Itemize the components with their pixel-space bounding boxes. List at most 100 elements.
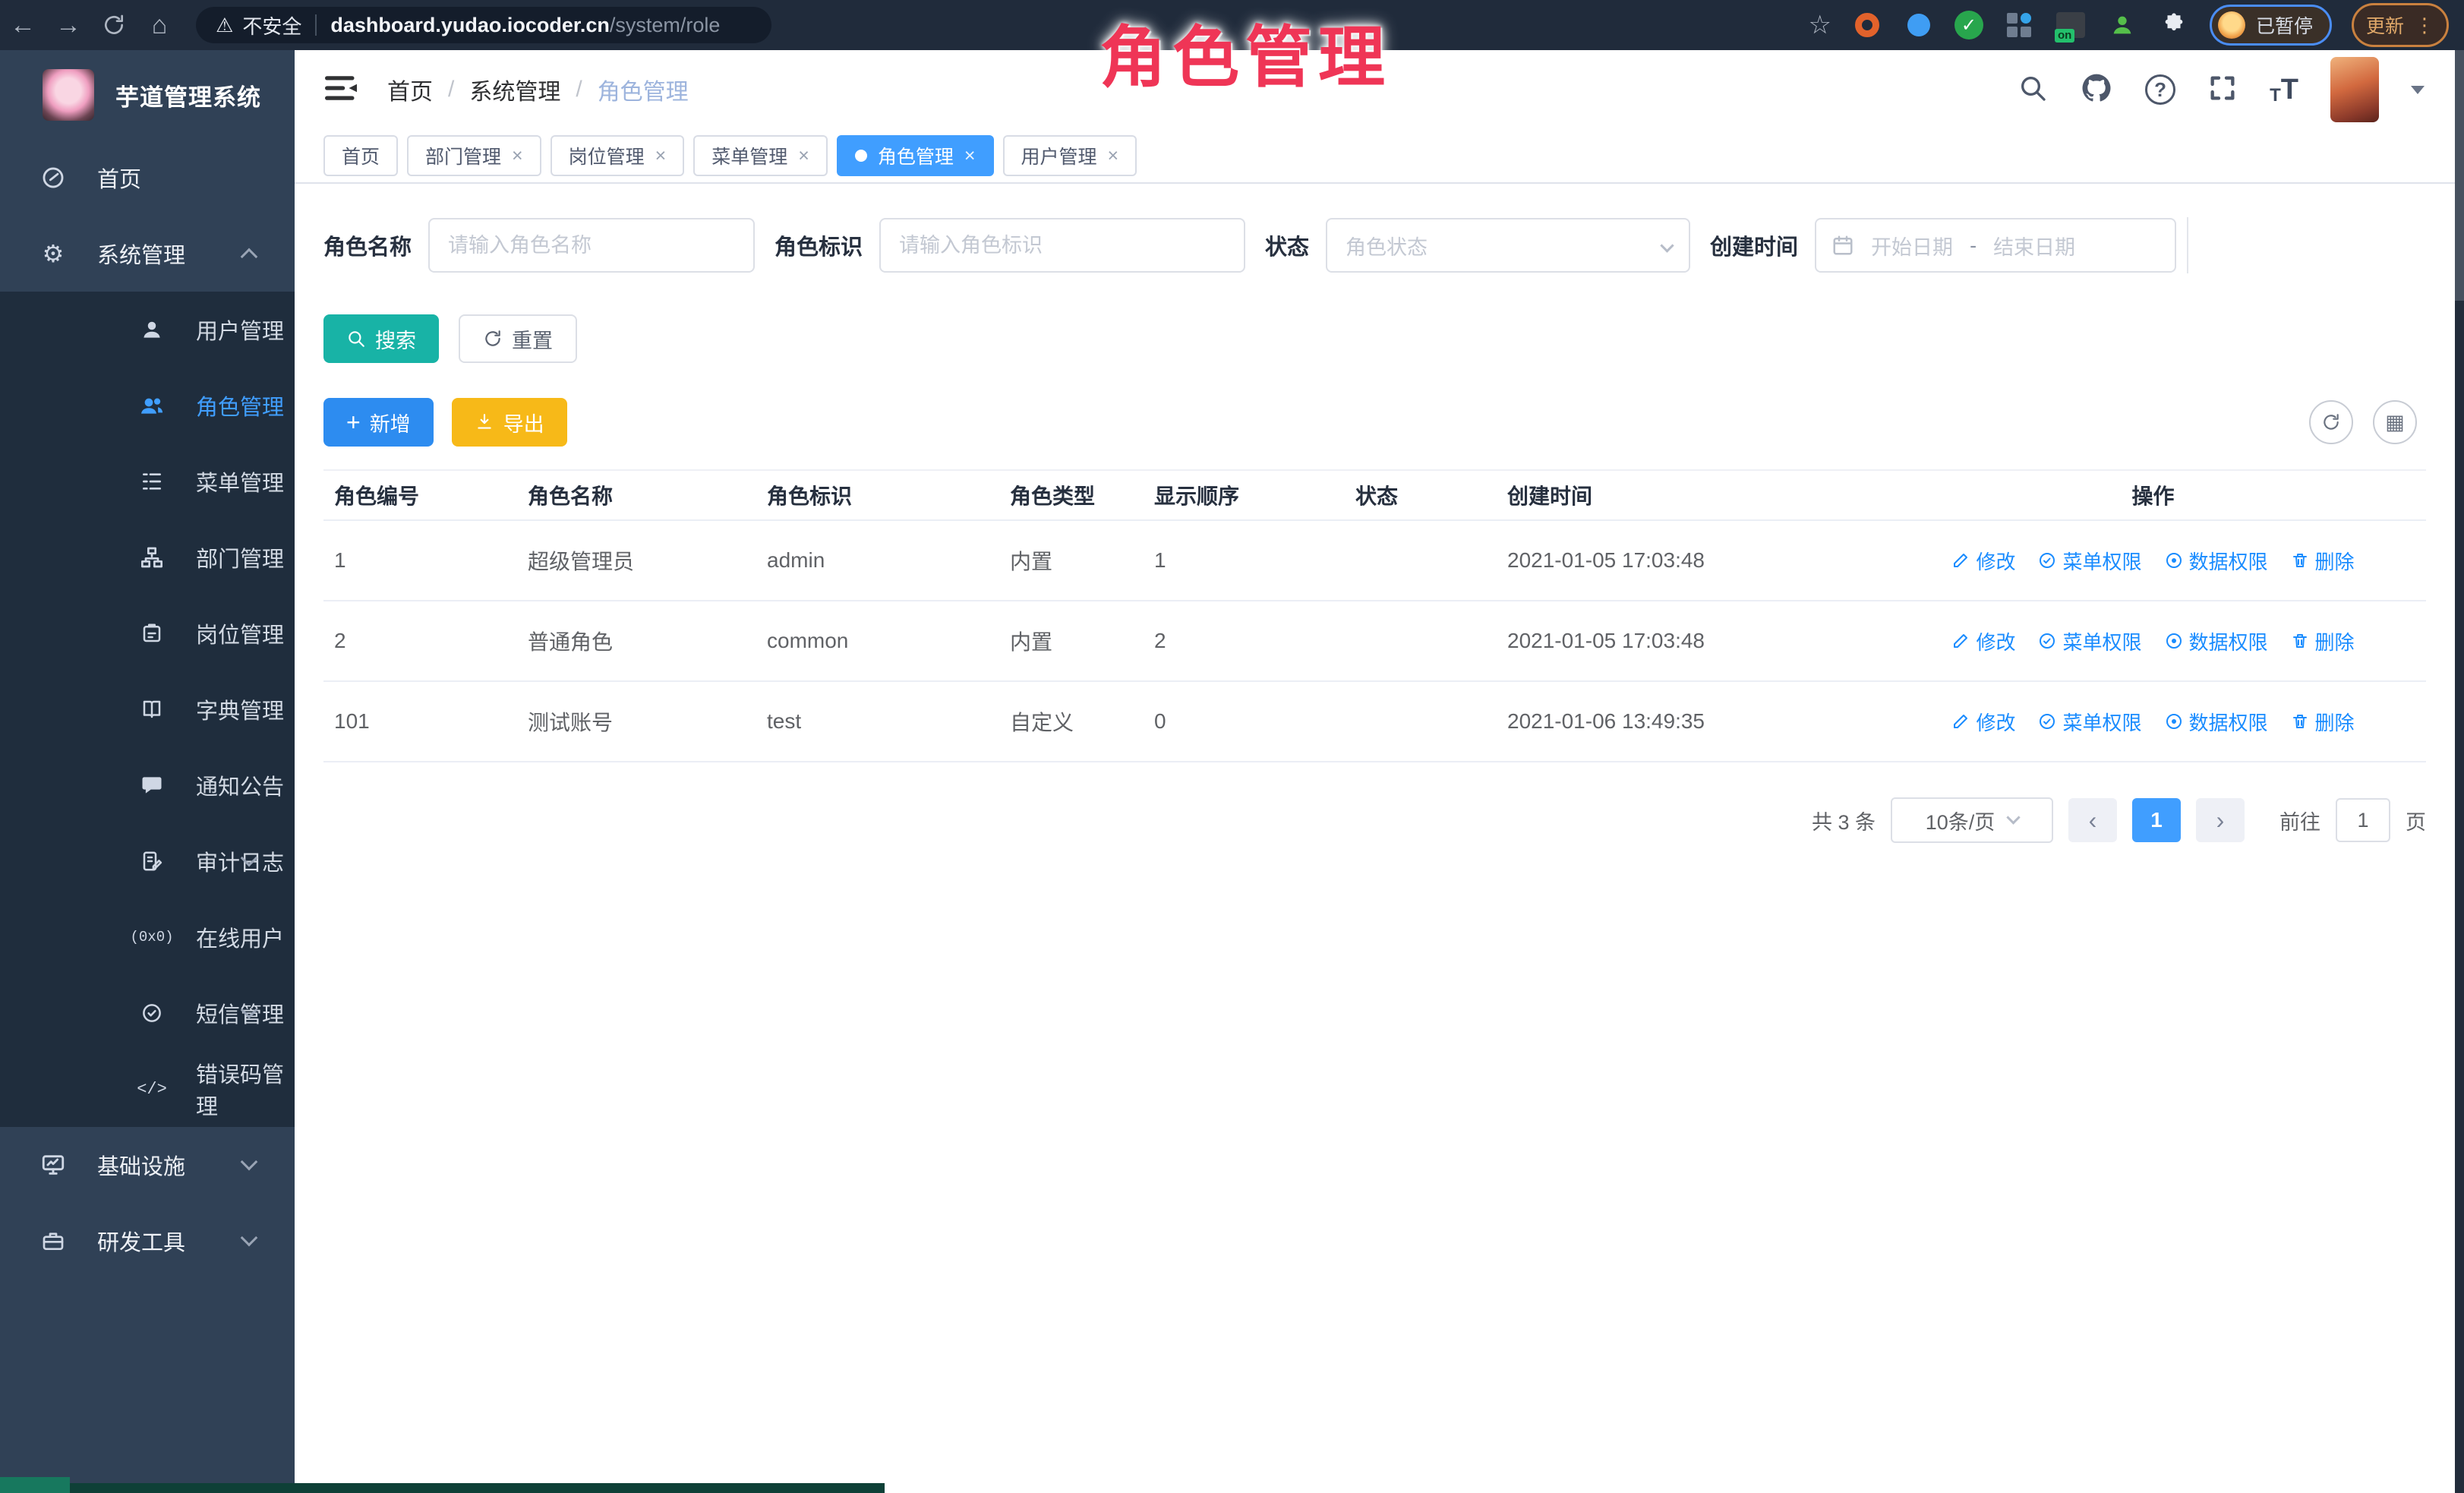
- sidebar-item-dict[interactable]: 字典管理: [0, 671, 295, 747]
- search-icon[interactable]: [2018, 73, 2048, 107]
- cell-role-key: test: [756, 709, 999, 734]
- page-size-value: 10条/页: [1926, 806, 1995, 835]
- sidebar-item-posts[interactable]: 岗位管理: [0, 595, 295, 671]
- sidebar-item-departments[interactable]: 部门管理: [0, 519, 295, 595]
- tab-close-icon[interactable]: ×: [964, 145, 976, 167]
- extension-icon-grid[interactable]: [2003, 9, 2035, 41]
- date-range-picker[interactable]: 开始日期 - 结束日期: [1815, 218, 2176, 273]
- row-actions: 修改 菜单权限 数据权限 删除: [1880, 708, 2426, 736]
- app-title: 芋道管理系统: [115, 78, 261, 112]
- sidebar-item-menus[interactable]: 菜单管理: [0, 443, 295, 519]
- github-icon[interactable]: [2080, 71, 2113, 109]
- sidebar-item-audit-log[interactable]: 审计日志: [0, 823, 295, 899]
- next-page-button[interactable]: ›: [2196, 798, 2245, 842]
- role-key-input[interactable]: [879, 218, 1245, 273]
- browser-back-icon[interactable]: ←: [0, 2, 46, 48]
- role-key-label: 角色标识: [775, 229, 863, 261]
- sidebar-item-label: 审计日志: [196, 845, 284, 877]
- tab-close-icon[interactable]: ×: [512, 145, 523, 167]
- menu-permission-link[interactable]: 菜单权限: [2038, 627, 2141, 655]
- fullscreen-icon[interactable]: [2207, 73, 2238, 107]
- tab-posts[interactable]: 岗位管理 ×: [551, 135, 685, 176]
- extensions-puzzle-icon[interactable]: [2158, 9, 2190, 41]
- page-scrollbar[interactable]: [2455, 50, 2464, 1493]
- search-button[interactable]: 搜索: [323, 314, 439, 363]
- browser-profile-chip[interactable]: 已暂停: [2210, 5, 2332, 46]
- refresh-button[interactable]: [2309, 400, 2353, 444]
- sidebar-item-notice[interactable]: 通知公告: [0, 747, 295, 823]
- browser-forward-icon[interactable]: →: [46, 2, 91, 48]
- row-actions: 修改 菜单权限 数据权限 删除: [1880, 547, 2426, 575]
- sidebar-item-users[interactable]: 用户管理: [0, 292, 295, 368]
- sidebar-item-roles[interactable]: 角色管理: [0, 368, 295, 443]
- extension-icon-blue-drop[interactable]: [1903, 9, 1935, 41]
- page-size-select[interactable]: 10条/页: [1891, 797, 2053, 843]
- briefcase-icon: [36, 1229, 70, 1253]
- role-name-input[interactable]: [428, 218, 755, 273]
- tab-menus[interactable]: 菜单管理 ×: [693, 135, 828, 176]
- browser-reload-icon[interactable]: [91, 2, 137, 48]
- tab-label: 部门管理: [425, 142, 501, 169]
- update-label: 更新: [2366, 11, 2404, 39]
- prev-page-button[interactable]: ‹: [2068, 798, 2117, 842]
- status-select[interactable]: 角色状态: [1326, 218, 1690, 273]
- breadcrumb-system[interactable]: 系统管理: [469, 73, 560, 106]
- column-settings-button[interactable]: ▦: [2373, 400, 2417, 444]
- bookmark-star-icon[interactable]: ☆: [1808, 10, 1831, 40]
- extension-icon-green-check[interactable]: ✓: [1954, 11, 1983, 39]
- add-button[interactable]: + 新增: [323, 398, 434, 447]
- edit-link[interactable]: 修改: [1951, 547, 2015, 575]
- tab-close-icon[interactable]: ×: [655, 145, 667, 167]
- sidebar-logo[interactable]: 芋道管理系统: [0, 50, 295, 140]
- extension-icon-person[interactable]: [2106, 9, 2138, 41]
- font-size-icon[interactable]: TT: [2270, 74, 2298, 106]
- breadcrumb-home[interactable]: 首页: [387, 73, 433, 106]
- sidebar-item-infrastructure[interactable]: 基础设施: [0, 1127, 295, 1203]
- user-avatar[interactable]: [2330, 57, 2379, 122]
- cell-role-name: 超级管理员: [517, 545, 756, 576]
- sidebar-item-sms[interactable]: 短信管理: [0, 975, 295, 1051]
- export-button[interactable]: 导出: [452, 398, 567, 447]
- reset-button[interactable]: 重置: [459, 314, 577, 363]
- sidebar-item-online-users[interactable]: (0x0) 在线用户: [0, 899, 295, 975]
- edit-link[interactable]: 修改: [1951, 708, 2015, 736]
- tab-home[interactable]: 首页: [323, 135, 398, 176]
- browser-menu-icon[interactable]: ⋮: [2415, 14, 2434, 37]
- sidebar-item-system[interactable]: ⚙ 系统管理: [0, 216, 295, 292]
- data-permission-link[interactable]: 数据权限: [2165, 627, 2268, 655]
- menu-permission-link[interactable]: 菜单权限: [2038, 708, 2141, 736]
- tab-close-icon[interactable]: ×: [1108, 145, 1119, 167]
- chevron-down-icon: [241, 1229, 258, 1247]
- browser-home-icon[interactable]: ⌂: [137, 2, 182, 48]
- sidebar-item-home[interactable]: 首页: [0, 140, 295, 216]
- data-permission-link[interactable]: 数据权限: [2165, 547, 2268, 575]
- browser-update-button[interactable]: 更新 ⋮: [2352, 3, 2449, 47]
- scrollbar-thumb[interactable]: [2455, 50, 2464, 301]
- extension-icon-orange[interactable]: [1851, 9, 1883, 41]
- sidebar-item-dev-tools[interactable]: 研发工具: [0, 1203, 295, 1279]
- delete-link[interactable]: 删除: [2291, 627, 2355, 655]
- help-icon[interactable]: ?: [2145, 74, 2175, 105]
- hamburger-icon[interactable]: [325, 74, 357, 106]
- data-permission-link[interactable]: 数据权限: [2165, 708, 2268, 736]
- breadcrumb: 首页 / 系统管理 / 角色管理: [387, 73, 689, 106]
- tab-roles-active[interactable]: 角色管理 ×: [837, 135, 994, 176]
- page-number-1[interactable]: 1: [2132, 798, 2181, 842]
- sidebar-item-error-codes[interactable]: </> 错误码管理: [0, 1051, 295, 1127]
- delete-link[interactable]: 删除: [2291, 547, 2355, 575]
- badge-icon: [135, 622, 169, 645]
- cell-role-id: 101: [323, 709, 517, 734]
- avatar-caret-icon[interactable]: [2411, 86, 2425, 94]
- tab-close-icon[interactable]: ×: [798, 145, 809, 167]
- extension-icon-dark[interactable]: on: [2055, 9, 2087, 41]
- menu-permission-link[interactable]: 菜单权限: [2038, 547, 2141, 575]
- edit-link[interactable]: 修改: [1951, 627, 2015, 655]
- cell-role-key: common: [756, 629, 999, 653]
- address-bar[interactable]: ⚠ 不安全 dashboard.yudao.iocoder.cn /system…: [196, 7, 771, 43]
- tab-departments[interactable]: 部门管理 ×: [407, 135, 541, 176]
- goto-page-input[interactable]: [2336, 798, 2390, 842]
- delete-link[interactable]: 删除: [2291, 708, 2355, 736]
- cell-role-type: 自定义: [999, 706, 1144, 737]
- browser-actions: ☆ ✓ on 已暂停 更新 ⋮: [1808, 3, 2464, 47]
- tab-users[interactable]: 用户管理 ×: [1003, 135, 1137, 176]
